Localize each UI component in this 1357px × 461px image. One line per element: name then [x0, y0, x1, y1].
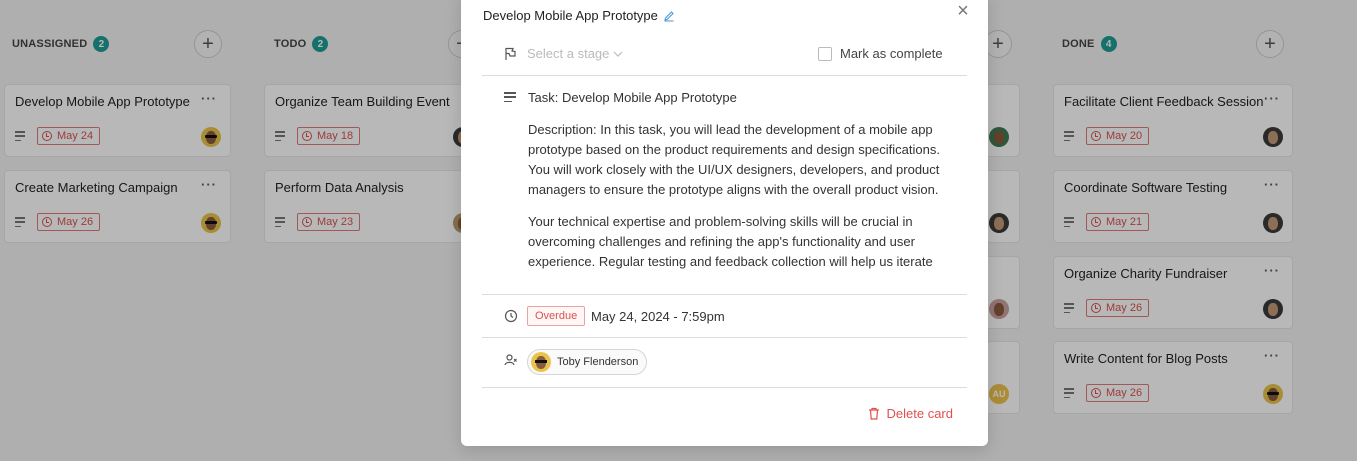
- modal-title: Develop Mobile App Prototype: [483, 8, 675, 23]
- avatar: [531, 352, 551, 372]
- mark-complete-label: Mark as complete: [840, 46, 943, 61]
- complete-checkbox[interactable]: [818, 46, 832, 61]
- description-paragraph: Your technical expertise and problem-sol…: [528, 214, 933, 269]
- flag-icon: [505, 47, 516, 60]
- divider: [482, 294, 967, 295]
- card-detail-modal: Develop Mobile App Prototype × Select a …: [461, 0, 988, 446]
- task-heading: Task: Develop Mobile App Prototype: [528, 90, 737, 105]
- description-paragraph: Description: In this task, you will lead…: [528, 122, 940, 197]
- stage-placeholder: Select a stage: [527, 46, 610, 61]
- delete-card-label: Delete card: [886, 406, 953, 421]
- chevron-down-icon: [613, 51, 623, 57]
- divider: [482, 387, 967, 388]
- delete-card-button[interactable]: Delete card: [868, 406, 953, 421]
- assignee-name: Toby Flenderson: [557, 356, 639, 368]
- stage-select[interactable]: Select a stage: [527, 46, 623, 61]
- divider: [482, 337, 967, 338]
- status-badge: Overdue: [527, 306, 586, 326]
- edit-icon[interactable]: [663, 10, 675, 22]
- modal-title-text: Develop Mobile App Prototype: [483, 8, 658, 23]
- divider: [482, 75, 967, 76]
- close-button[interactable]: ×: [954, 1, 972, 21]
- clock-icon: [504, 309, 518, 323]
- mark-complete-toggle[interactable]: Mark as complete: [818, 46, 943, 61]
- trash-icon: [868, 407, 879, 420]
- assignee-chip[interactable]: Toby Flenderson: [527, 349, 648, 375]
- assignee-icon: [504, 354, 517, 366]
- description-icon: [504, 92, 516, 102]
- due-date-text[interactable]: May 24, 2024 - 7:59pm: [591, 309, 725, 324]
